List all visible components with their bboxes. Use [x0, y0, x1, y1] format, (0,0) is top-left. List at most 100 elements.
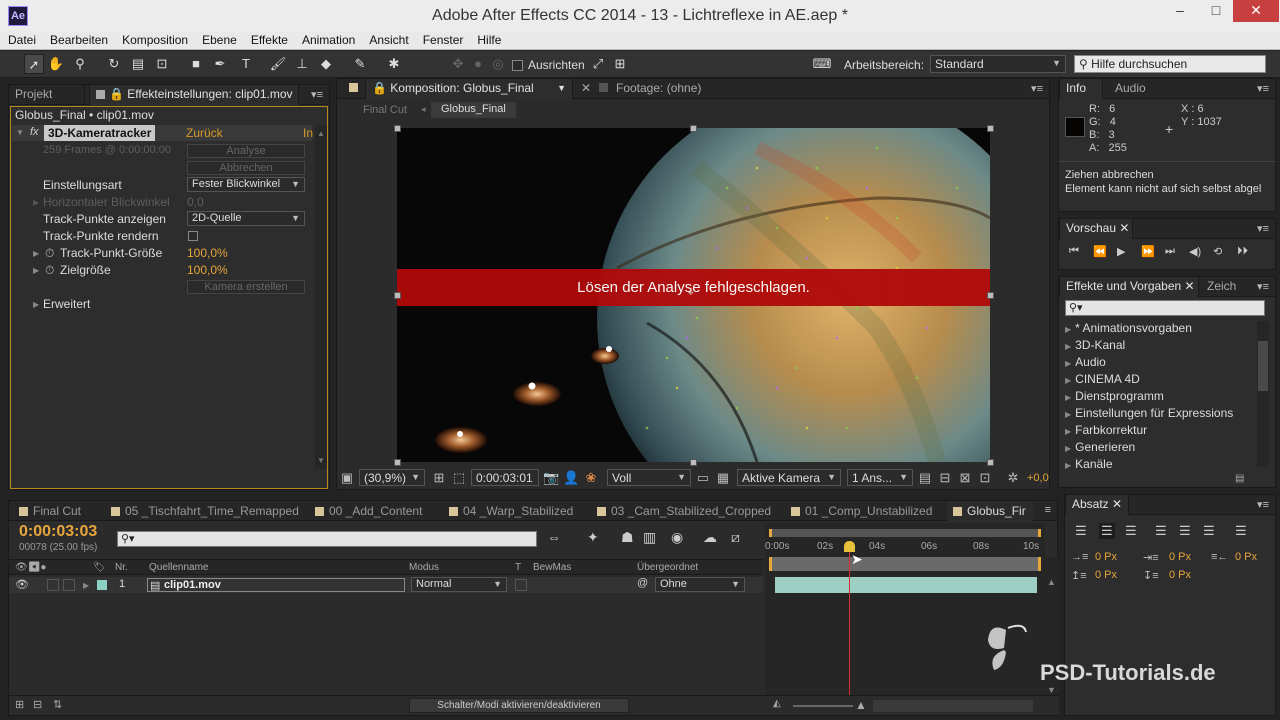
effects-search-input[interactable]: ⚲▾ — [1065, 300, 1265, 316]
panel-menu-icon[interactable]: ≡ — [1045, 504, 1051, 516]
tab-final-cut[interactable]: Final Cut — [13, 501, 87, 521]
snap-icon[interactable]: ⤢ — [588, 54, 608, 74]
play-icon[interactable]: ▶ — [1117, 245, 1125, 258]
expand-triangle-icon[interactable]: ▶ — [33, 266, 39, 275]
tab-effects-presets[interactable]: Effekte und Vorgaben ✕ — [1059, 277, 1199, 297]
scroll-down-icon[interactable]: ▼ — [317, 456, 325, 465]
expand-triangle-icon[interactable]: ▶ — [1065, 393, 1071, 402]
align-right-icon[interactable]: ☰ — [1125, 523, 1137, 539]
camera-view-dropdown[interactable]: Aktive Kamera ▼ — [737, 469, 841, 486]
next-frame-icon[interactable]: ⏩ — [1141, 245, 1155, 258]
workspace-dropdown[interactable]: Standard ▼ — [930, 55, 1066, 73]
layer-handle-top-right[interactable] — [987, 125, 994, 132]
justify-center-icon[interactable]: ☰ — [1179, 523, 1191, 539]
ram-preview-icon[interactable]: ⏵⏵ — [1237, 245, 1248, 258]
justify-all-icon[interactable]: ☰ — [1235, 523, 1247, 539]
list-item[interactable]: ▶ Einstellungen für Expressions — [1059, 406, 1233, 423]
mask-visibility-icon[interactable]: ⬚ — [451, 470, 467, 486]
in-out-icon[interactable]: ⇅ — [53, 698, 62, 711]
tab-globus-final[interactable]: Globus_Fir — [947, 501, 1033, 521]
table-row[interactable]: 👁 ▶ 1 ▤ clip01.mov Normal ▼ @ Ohne ▼ — [9, 577, 763, 593]
timeline-icon[interactable]: ⊠ — [957, 470, 973, 486]
cancel-analysis-button[interactable]: Abbrechen — [187, 161, 305, 175]
tab-preview[interactable]: Vorschau ✕ — [1059, 219, 1133, 239]
scrollbar-thumb[interactable] — [1258, 341, 1268, 391]
clone-stamp-tool-icon[interactable]: ⊥ — [292, 54, 312, 74]
space-after-value[interactable]: 0 Px — [1169, 569, 1191, 581]
panel-menu-icon[interactable]: ▾≡ — [1257, 82, 1269, 95]
work-area-bar[interactable] — [769, 529, 1041, 537]
expand-triangle-icon[interactable]: ▶ — [33, 300, 39, 309]
panel-menu-icon[interactable]: ▾≡ — [1257, 222, 1269, 235]
layer-handle-bottom-center[interactable] — [690, 459, 697, 466]
menu-bearbeiten[interactable]: Bearbeiten — [42, 31, 114, 47]
layer-handle-bottom-right[interactable] — [987, 459, 994, 466]
last-frame-icon[interactable]: ⏭ — [1165, 245, 1175, 258]
menu-ebene[interactable]: Ebene — [194, 31, 243, 47]
scroll-down-icon[interactable]: ▼ — [1047, 685, 1056, 695]
menu-animation[interactable]: Animation — [294, 31, 361, 47]
timeline-horizontal-scrollbar[interactable] — [873, 700, 1033, 712]
tab-warp-stabilized[interactable]: 04 _Warp_Stabilized — [443, 501, 579, 521]
text-tool-icon[interactable]: T — [236, 54, 256, 74]
anchor-point-icon[interactable]: ⌖ — [688, 288, 694, 299]
expand-triangle-icon[interactable]: ▶ — [1065, 325, 1071, 334]
tab-comp-unstabilized[interactable]: 01 _Comp_Unstabilized — [785, 501, 938, 521]
info-link[interactable]: In — [303, 126, 313, 140]
fast-previews-icon[interactable]: ⊟ — [937, 470, 953, 486]
resolution-dropdown[interactable]: Voll ▼ — [607, 469, 691, 486]
list-item[interactable]: ▶ Kanäle — [1059, 457, 1113, 474]
panel-menu-icon[interactable]: ▾≡ — [311, 88, 323, 101]
expand-triangle-icon[interactable]: ▶ — [83, 581, 89, 590]
work-area-range[interactable] — [769, 557, 1041, 571]
create-camera-button[interactable]: Kamera erstellen — [187, 280, 305, 294]
menu-komposition[interactable]: Komposition — [114, 31, 194, 47]
menu-hilfe[interactable]: Hilfe — [469, 31, 507, 47]
brush-tool-icon[interactable]: 🖌 — [268, 54, 288, 74]
parent-dropdown[interactable]: Ohne ▼ — [655, 577, 745, 592]
show-points-dropdown[interactable]: 2D-Quelle ▼ — [187, 211, 305, 226]
region-of-interest-icon[interactable]: ▭ — [695, 470, 711, 486]
local-axis-icon[interactable]: ✥ — [448, 54, 468, 74]
menu-effekte[interactable]: Effekte — [243, 31, 294, 47]
chevron-down-icon[interactable]: ▼ — [557, 79, 566, 98]
tab-info[interactable]: Info — [1059, 79, 1103, 99]
grid-snap-icon[interactable]: ⊞ — [610, 54, 630, 74]
layer-switches-icon[interactable]: ⊞ — [15, 698, 24, 711]
timeline-search-input[interactable]: ⚲▾ — [117, 531, 537, 547]
tab-footage[interactable]: Footage: (ohne) — [593, 79, 733, 99]
tab-add-content[interactable]: 00 _Add_Content — [309, 501, 428, 521]
list-item[interactable]: ▶ Dienstprogramm — [1059, 389, 1164, 406]
transfer-controls-icon[interactable]: ⊟ — [33, 698, 42, 711]
lock-switch[interactable] — [63, 579, 75, 591]
time-graph[interactable]: 0:00s 02s 04s 06s 08s 10s ➤ — [765, 523, 1045, 715]
list-item[interactable]: ▶ * Animationsvorgaben — [1059, 321, 1192, 338]
align-center-icon[interactable]: ☰ — [1099, 523, 1115, 539]
always-preview-icon[interactable]: ▣ — [339, 470, 355, 486]
eye-icon[interactable]: 👁 — [15, 578, 29, 591]
new-folder-icon[interactable]: ▤ — [1235, 473, 1244, 484]
menu-ansicht[interactable]: Ansicht — [361, 31, 414, 47]
effect-name[interactable]: 3D-Kameratracker — [44, 125, 156, 141]
time-ruler[interactable]: 0:00s 02s 04s 06s 08s 10s — [765, 539, 1045, 557]
layer-handle-top-center[interactable] — [690, 125, 697, 132]
target-size-value[interactable]: 100,0% — [187, 263, 228, 277]
align-left-icon[interactable]: ☰ — [1075, 523, 1087, 539]
layer-duration-bar[interactable] — [775, 577, 1037, 593]
layer-handle-middle-right[interactable] — [987, 292, 994, 299]
maximize-button[interactable]: □ — [1199, 0, 1233, 22]
settings-type-dropdown[interactable]: Fester Blickwinkel ▼ — [187, 177, 305, 192]
render-points-checkbox[interactable] — [188, 231, 198, 241]
zoom-in-icon[interactable]: ▲ — [855, 698, 867, 712]
selection-tool-icon[interactable]: ➚ — [24, 54, 44, 74]
expand-triangle-icon[interactable]: ▶ — [1065, 342, 1071, 351]
current-time-display[interactable]: 0:00:03:03 — [19, 523, 97, 541]
composition-viewer[interactable]: Lösen der Analyse fehlgeschlagen. ⌖ — [397, 128, 990, 462]
align-checkbox[interactable] — [512, 60, 523, 71]
tab-effect-controls[interactable]: 🔒 Effekteinstellungen: clip01.mov — [89, 85, 299, 105]
expand-triangle-icon[interactable]: ▶ — [1065, 359, 1071, 368]
graph-editor-icon[interactable]: ⧄ — [731, 529, 740, 546]
column-source-name[interactable]: Quellenname — [149, 562, 208, 573]
list-item[interactable]: ▶ 3D-Kanal — [1059, 338, 1125, 355]
toggle-switches-modes-button[interactable]: Schalter/Modi aktivieren/deaktivieren — [409, 698, 629, 713]
